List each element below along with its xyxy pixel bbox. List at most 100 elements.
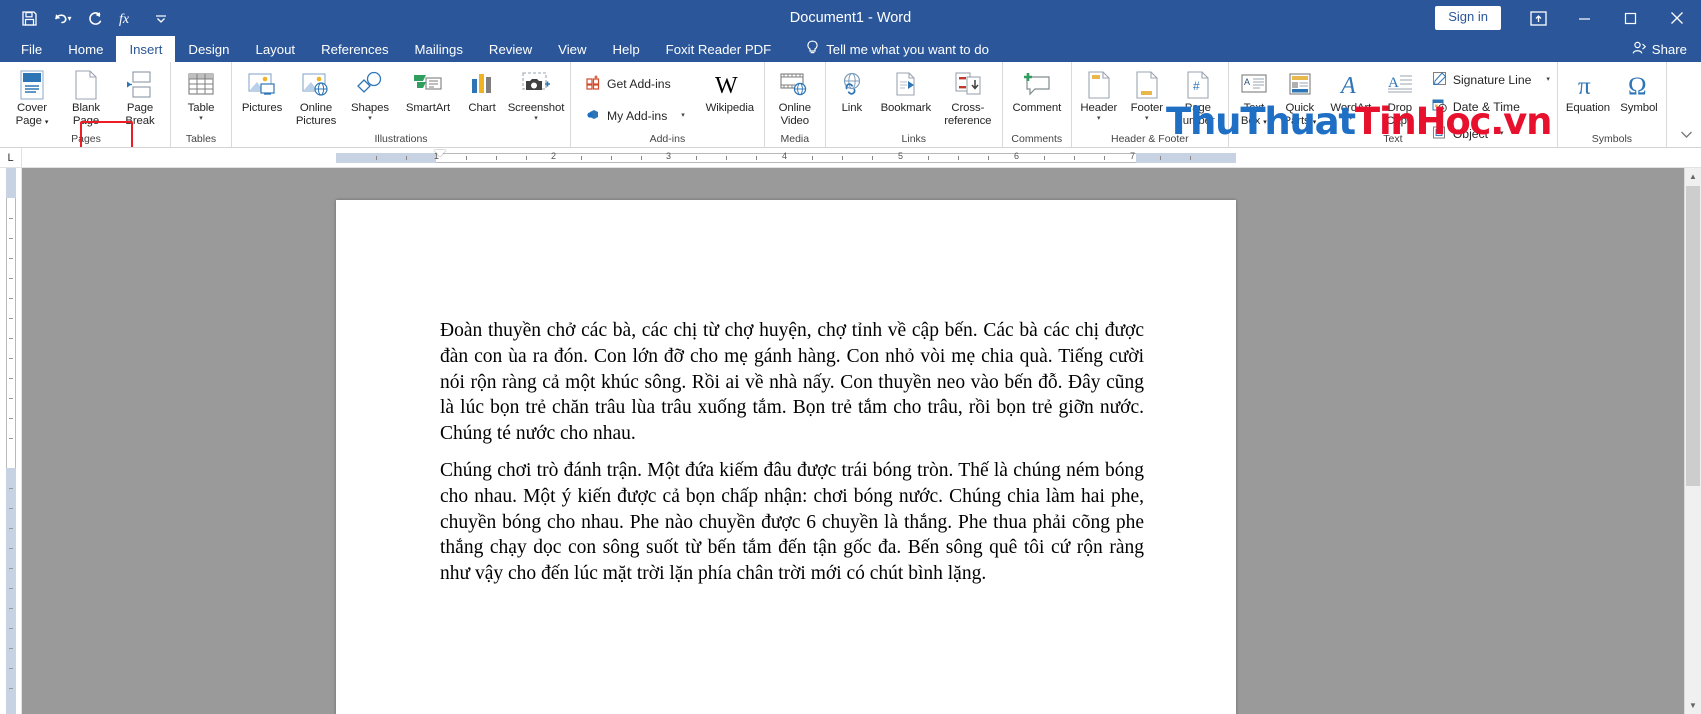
vertical-ruler[interactable] (0, 168, 22, 714)
ribbon-group-symbols: π Equation Ω Symbol Symbols (1558, 62, 1667, 147)
cross-reference-button[interactable]: Cross- reference (937, 65, 999, 127)
page-break-label-line1: Page (126, 102, 154, 114)
tab-insert[interactable]: Insert (116, 36, 176, 62)
share-button[interactable]: Share (1632, 36, 1687, 62)
screenshot-button[interactable]: Screenshot ▾ (505, 65, 567, 123)
shapes-label: Shapes (350, 102, 390, 114)
tab-stop-left-icon[interactable]: L (0, 147, 22, 168)
vertical-scrollbar[interactable]: ▲ ▼ (1684, 168, 1701, 714)
minimize-icon[interactable] (1561, 0, 1607, 36)
page-break-icon (125, 68, 155, 102)
symbol-button[interactable]: Ω Symbol (1615, 65, 1663, 115)
tell-me-label: Tell me what you want to do (826, 41, 989, 57)
table-caret-icon[interactable]: ▾ (199, 115, 203, 123)
header-button[interactable]: Header ▾ (1075, 65, 1123, 123)
equation-pi-icon: π (1573, 68, 1603, 102)
date-time-icon (1432, 98, 1447, 116)
tab-design[interactable]: Design (175, 36, 242, 62)
my-addins-caret-icon[interactable]: ▾ (681, 112, 685, 120)
footer-caret-icon[interactable]: ▾ (1145, 115, 1149, 123)
scroll-down-arrow[interactable]: ▼ (1685, 697, 1701, 714)
online-video-label-line1: Online (778, 102, 811, 114)
wordart-button[interactable]: A WordArt ▾ (1324, 65, 1378, 123)
tab-layout[interactable]: Layout (242, 36, 308, 62)
customize-quick-access-toolbar-icon[interactable] (146, 4, 176, 32)
ribbon-display-options-icon[interactable] (1515, 0, 1561, 36)
page-break-button[interactable]: Page Break (113, 65, 167, 127)
bookmark-button[interactable]: Bookmark (875, 65, 937, 115)
signature-line-button[interactable]: Signature Line ▾ (1428, 69, 1554, 91)
wikipedia-button[interactable]: W Wikipedia (699, 65, 761, 115)
horizontal-ruler[interactable]: 1 2 3 4 5 6 7 (336, 151, 1236, 165)
blank-page-button[interactable]: Blank Page (59, 65, 113, 127)
page-number-label-line2: Number ▾ (1174, 114, 1222, 127)
header-caret-icon[interactable]: ▾ (1097, 115, 1101, 123)
screenshot-label: Screenshot (507, 102, 565, 114)
page-number-icon: # (1185, 68, 1211, 102)
online-video-button[interactable]: Online Video (768, 65, 822, 127)
tab-review[interactable]: Review (476, 36, 545, 62)
save-icon[interactable] (14, 4, 44, 32)
footer-button[interactable]: Footer ▾ (1123, 65, 1171, 123)
wordart-caret-icon[interactable]: ▾ (1349, 115, 1353, 123)
ribbon-group-header-footer: Header ▾ Footer ▾ # Page Number ▾ Header… (1072, 62, 1229, 147)
formula-fx-icon[interactable]: fx (113, 4, 143, 32)
word-application-window: ▾ fx Document1 - Word Sign in File Home … (0, 0, 1701, 714)
equation-button[interactable]: π Equation (1561, 65, 1615, 115)
screenshot-caret-icon[interactable]: ▾ (534, 115, 538, 123)
pictures-button[interactable]: Pictures (235, 65, 289, 115)
my-addins-label: My Add-ins (607, 109, 668, 123)
scroll-up-arrow[interactable]: ▲ (1685, 168, 1701, 185)
tab-foxit-reader-pdf[interactable]: Foxit Reader PDF (653, 36, 785, 62)
tab-references[interactable]: References (308, 36, 401, 62)
table-label: Table (187, 102, 215, 114)
document-text-area[interactable]: Đoàn thuyền chở các bà, các chị từ chợ h… (336, 200, 1236, 587)
tab-home[interactable]: Home (55, 36, 116, 62)
first-line-indent-marker[interactable] (434, 150, 446, 157)
shapes-caret-icon[interactable]: ▾ (368, 115, 372, 123)
cover-page-button[interactable]: Cover Page ▾ (5, 65, 59, 129)
signature-line-label: Signature Line (1452, 73, 1532, 87)
scrollbar-thumb[interactable] (1686, 186, 1700, 486)
cross-reference-icon (953, 68, 983, 102)
restore-icon[interactable] (1607, 0, 1653, 36)
undo-caret-icon[interactable]: ▾ (67, 14, 71, 23)
header-icon (1086, 68, 1112, 102)
blank-page-label-line1: Blank (72, 102, 100, 114)
document-canvas[interactable]: Đoàn thuyền chở các bà, các chị từ chợ h… (22, 168, 1701, 714)
ribbon-group-illustrations: Pictures Online Pictures Shapes ▾ SmartA… (232, 62, 571, 147)
ribbon-group-comments: Comment Comments (1003, 62, 1072, 147)
shapes-button[interactable]: Shapes ▾ (343, 65, 397, 123)
share-person-icon (1632, 41, 1646, 58)
tab-file[interactable]: File (8, 36, 55, 62)
redo-icon[interactable] (80, 4, 110, 32)
document-page[interactable]: Đoàn thuyền chở các bà, các chị từ chợ h… (336, 200, 1236, 714)
date-time-button[interactable]: Date & Time (1428, 96, 1554, 118)
tab-view[interactable]: View (545, 36, 599, 62)
drop-cap-button[interactable]: A Drop Cap ▾ (1378, 65, 1422, 129)
ribbon-group-label-addins: Add-ins (649, 133, 686, 145)
page-number-button[interactable]: # Page Number ▾ (1171, 65, 1225, 129)
undo-icon[interactable]: ▾ (47, 4, 77, 32)
my-addins-button[interactable]: My Add-ins ▾ (582, 105, 689, 127)
chart-label: Chart (468, 102, 496, 114)
table-button[interactable]: Table ▾ (174, 65, 228, 123)
chart-icon (469, 68, 495, 102)
tell-me-search[interactable]: Tell me what you want to do (784, 36, 989, 62)
chart-button[interactable]: Chart (459, 65, 505, 115)
tab-mailings[interactable]: Mailings (402, 36, 476, 62)
tab-help[interactable]: Help (600, 36, 653, 62)
signature-line-caret-icon[interactable]: ▾ (1546, 76, 1550, 84)
collapse-ribbon-icon[interactable] (1680, 129, 1693, 143)
get-addins-button[interactable]: Get Add-ins (582, 73, 689, 95)
smartart-button[interactable]: SmartArt (397, 65, 459, 115)
online-pictures-button[interactable]: Online Pictures (289, 65, 343, 127)
comment-button[interactable]: Comment (1006, 65, 1068, 115)
close-icon[interactable] (1653, 0, 1701, 36)
link-button[interactable]: Link (829, 65, 875, 115)
text-box-icon: A (1240, 68, 1268, 102)
sign-in-button[interactable]: Sign in (1435, 6, 1501, 30)
quick-parts-button[interactable]: Quick Parts ▾ (1276, 65, 1324, 129)
text-box-button[interactable]: A Text Box ▾ (1232, 65, 1276, 129)
svg-text:A: A (1244, 77, 1250, 87)
